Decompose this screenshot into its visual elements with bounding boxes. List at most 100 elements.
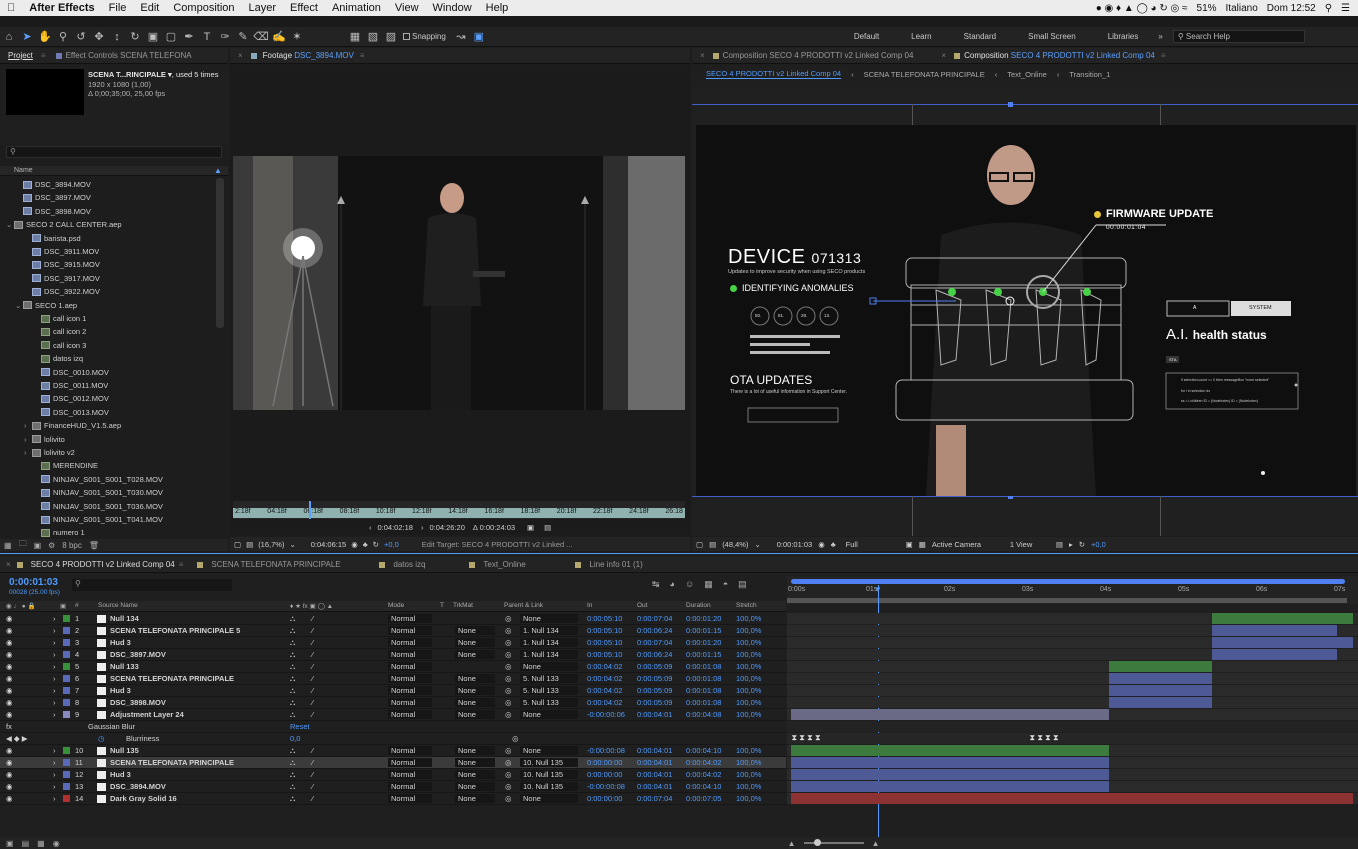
layer-expand-icon[interactable]: › — [53, 782, 56, 791]
visibility-eye-icon[interactable]: ◉ — [6, 746, 13, 755]
menu-file[interactable]: File — [102, 2, 134, 14]
timeline-zoom-slider[interactable] — [803, 839, 864, 846]
parent-pickwhip-icon[interactable]: ◎ — [505, 674, 512, 683]
layer-trkmat[interactable]: None — [455, 746, 495, 755]
label-col-icon[interactable]: ▣ — [60, 602, 66, 610]
reset-exposure-icon[interactable]: ↻ — [373, 540, 379, 549]
layer-out[interactable]: 0:00:05:09 — [637, 698, 672, 707]
col-trkmat[interactable]: TrkMat — [453, 602, 473, 609]
layer-mode[interactable]: Normal — [388, 770, 432, 779]
layer-label-color[interactable] — [63, 675, 70, 682]
layer-stretch[interactable]: 100,0% — [736, 698, 761, 707]
layer-label-color[interactable] — [63, 627, 70, 634]
layer-row[interactable]: ◉ › 10 Null 135 ⛬ ⁄ Normal None ◎ None -0:00:00:08… — [0, 745, 786, 757]
layer-parent[interactable]: 10. Null 135 — [520, 782, 578, 791]
menu-window[interactable]: Window — [426, 2, 479, 14]
project-item[interactable]: barista.psd — [0, 232, 226, 245]
project-item[interactable]: DSC_0012.MOV — [0, 392, 226, 405]
workspace-small-screen[interactable]: Small Screen — [1028, 32, 1076, 41]
collapse-switch-icon[interactable]: ⛬ — [290, 710, 295, 720]
project-item[interactable]: MERENDINE — [0, 459, 226, 472]
layer-stretch[interactable]: 100,0% — [736, 782, 761, 791]
layer-duration[interactable]: 0:00:07:05 — [686, 794, 721, 803]
stopwatch-icon[interactable]: ◷ — [98, 734, 105, 743]
visibility-eye-icon[interactable]: ◉ — [6, 698, 13, 707]
layer-in[interactable]: 0:00:04:02 — [587, 686, 622, 695]
close-comp2-icon[interactable]: × — [933, 51, 954, 60]
layer-out[interactable]: 0:00:07:04 — [637, 794, 672, 803]
layer-trkmat[interactable]: None — [455, 698, 495, 707]
pen-tool-icon[interactable]: ✒ — [180, 28, 198, 46]
layer-label-color[interactable] — [63, 639, 70, 646]
comp-reset-exposure-icon[interactable]: ↻ — [1079, 540, 1085, 549]
toggle-layer-switches-icon[interactable]: ▣ — [6, 839, 14, 848]
comp-camera[interactable]: Active Camera — [932, 540, 1004, 549]
layer-parent[interactable]: None — [520, 662, 578, 671]
layer-duration-bar[interactable] — [1212, 637, 1353, 648]
parent-pickwhip-icon[interactable]: ◎ — [505, 770, 512, 779]
workspace-learn[interactable]: Learn — [911, 32, 931, 41]
project-item[interactable]: NINJAV_S001_S001_T041.MOV — [0, 513, 226, 526]
layer-expand-icon[interactable]: › — [53, 626, 56, 635]
quality-switch-icon[interactable]: ⁄ — [312, 662, 313, 671]
axis-view-icon[interactable]: ▨ — [382, 28, 400, 46]
footage-out[interactable]: 0:04:26:20 — [429, 523, 464, 532]
layer-trkmat[interactable]: None — [455, 638, 495, 647]
visibility-eye-icon[interactable]: ◉ — [6, 662, 13, 671]
crumb-3[interactable]: Text_Online — [1007, 70, 1047, 79]
layer-name[interactable]: DSC_3894.MOV — [110, 782, 166, 791]
layer-duration-bar[interactable] — [1212, 613, 1353, 624]
timeline-menu-icon[interactable]: ≡ — [179, 560, 184, 569]
layer-name[interactable]: DSC_3898.MOV — [110, 698, 166, 707]
layer-row[interactable]: ◉ › 11 SCENA TELEFONATA PRINCIPALE ⛬ ⁄ Normal N… — [0, 757, 786, 769]
layer-stretch[interactable]: 100,0% — [736, 638, 761, 647]
layer-name[interactable]: Adjustment Layer 24 — [110, 710, 184, 719]
layer-name[interactable]: Hud 3 — [110, 770, 131, 779]
col-number[interactable]: # — [75, 602, 79, 609]
visibility-eye-icon[interactable]: ◉ — [6, 686, 13, 695]
tab-footage[interactable]: Footage DSC_3894.MOV — [263, 51, 354, 60]
layer-duration[interactable]: 0:00:01:08 — [686, 662, 721, 671]
disclosure-triangle-icon[interactable]: ⌄ — [15, 301, 23, 310]
snap-active-icon[interactable]: ▣ — [470, 28, 488, 46]
layer-name[interactable]: SCENA TELEFONATA PRINCIPALE 5 — [110, 626, 240, 635]
layer-mode[interactable]: Normal — [388, 650, 432, 659]
comp-view-layout[interactable]: 1 View — [1010, 540, 1050, 549]
layer-duration[interactable]: 0:00:01:15 — [686, 650, 721, 659]
crumb-1[interactable]: SECO 4 PRODOTTI v2 Linked Comp 04 — [706, 69, 842, 79]
menu-help[interactable]: Help — [479, 2, 516, 14]
time-ruler[interactable]: 0:00s 01s 02s 03s 04s 05s 06s 07s — [787, 576, 1358, 604]
timeline-tab-4[interactable]: Text_Online — [479, 560, 575, 569]
project-item[interactable]: DSC_3917.MOV — [0, 272, 226, 285]
time-navigator-range[interactable] — [791, 579, 1345, 584]
layer-in[interactable]: 0:00:00:00 — [587, 794, 622, 803]
parent-pickwhip-icon[interactable]: ◎ — [505, 698, 512, 707]
quality-switch-icon[interactable]: ⁄ — [312, 614, 313, 623]
footage-zoom[interactable]: (16,7%) — [258, 540, 284, 549]
layer-parent[interactable]: 1. Null 134 — [520, 626, 578, 635]
axis-world-icon[interactable]: ▧ — [364, 28, 382, 46]
layer-name[interactable]: Null 133 — [110, 662, 139, 671]
zoom-tool-icon[interactable]: ⚲ — [54, 28, 72, 46]
layer-out[interactable]: 0:00:06:24 — [637, 650, 672, 659]
layer-parent[interactable]: 5. Null 133 — [520, 698, 578, 707]
disclosure-triangle-icon[interactable]: › — [24, 435, 32, 444]
layer-stretch[interactable]: 100,0% — [736, 758, 761, 767]
layer-row[interactable]: ◉ › 12 Hud 3 ⛬ ⁄ Normal None ◎ 10. Null 135 0:00:0… — [0, 769, 786, 781]
parent-pickwhip-icon[interactable]: ◎ — [505, 758, 512, 767]
channel-icon[interactable]: ♣ — [363, 540, 368, 549]
zoom-dropdown-icon[interactable]: ⌄ — [289, 540, 295, 549]
layer-in[interactable]: 0:00:05:10 — [587, 650, 622, 659]
project-item[interactable]: call icon 3 — [0, 339, 226, 352]
layer-in[interactable]: 0:00:04:02 — [587, 698, 622, 707]
timeline-timecode[interactable]: 0:00:01:03 — [9, 577, 58, 588]
layer-stretch[interactable]: 100,0% — [736, 626, 761, 635]
layer-stretch[interactable]: 100,0% — [736, 650, 761, 659]
quality-switch-icon[interactable]: ⁄ — [312, 710, 313, 719]
layer-out[interactable]: 0:00:04:01 — [637, 710, 672, 719]
quality-switch-icon[interactable]: ⁄ — [312, 638, 313, 647]
puppet-tool-icon[interactable]: ✶ — [288, 28, 306, 46]
eraser-tool-icon[interactable]: ⌫ — [252, 28, 270, 46]
layer-name[interactable]: Null 135 — [110, 746, 139, 755]
project-item[interactable]: › FinanceHUD_V1.5.aep — [0, 419, 226, 432]
